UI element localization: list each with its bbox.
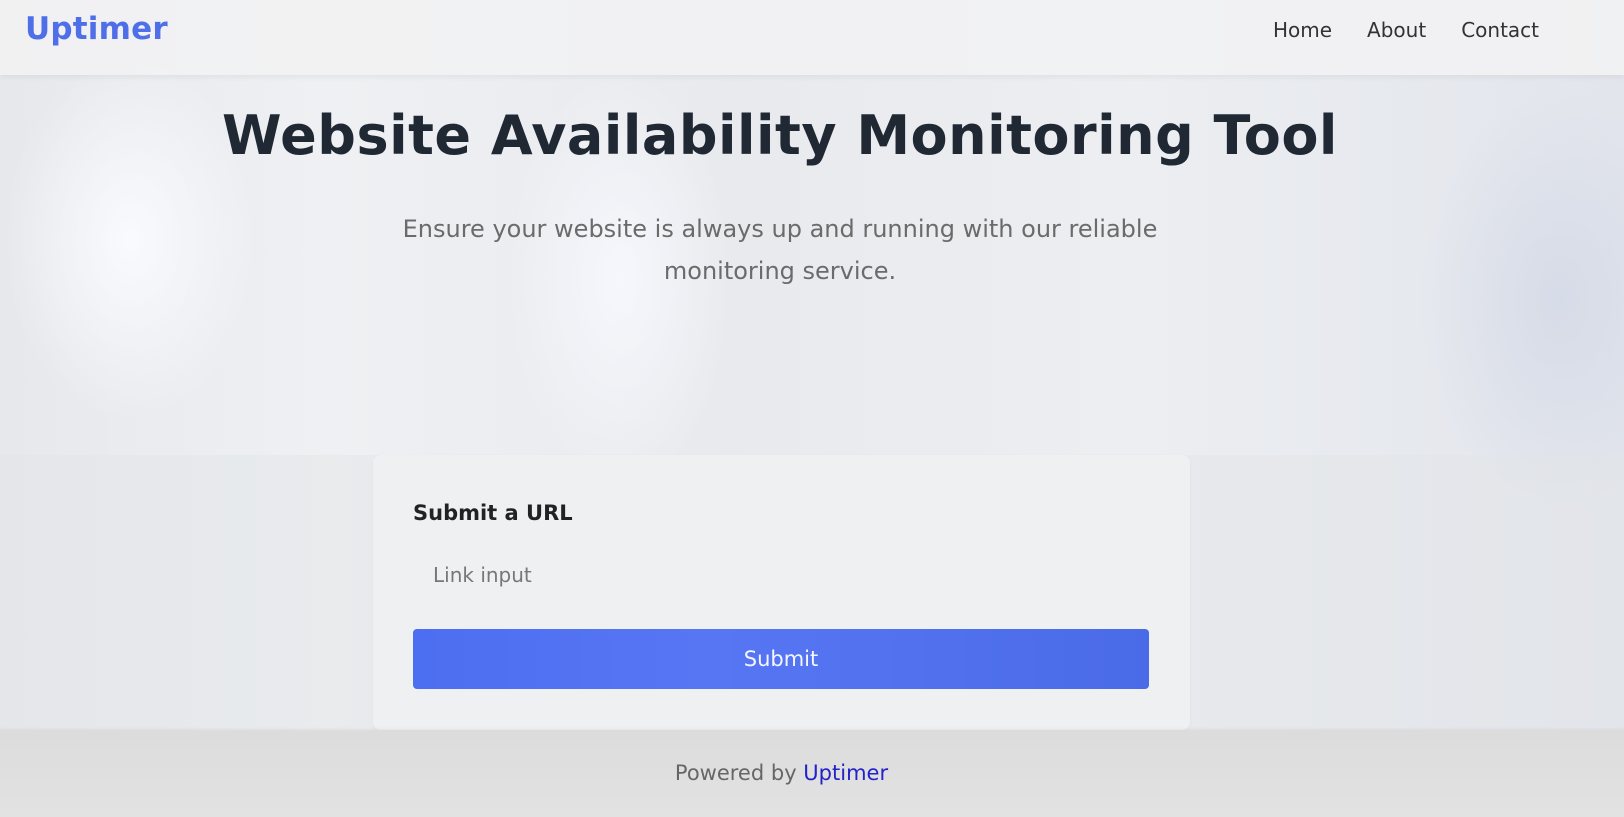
site-footer: Powered by Uptimer [0,730,1624,817]
url-input[interactable] [413,553,1148,597]
page-title: Website Availability Monitoring Tool [222,104,1338,167]
page-subtitle: Ensure your website is always up and run… [402,215,1158,285]
logo[interactable]: Uptimer [25,11,168,47]
main-nav: Home About Contact [1273,17,1539,43]
footer-text: Powered by Uptimer [0,761,1563,785]
site-header: Uptimer Home About Contact [0,0,1624,75]
url-field-label: Submit a URL [413,501,573,525]
footer-uptimer-link[interactable]: Uptimer [803,761,888,785]
nav-home-link[interactable]: Home [1273,17,1332,43]
submit-button[interactable]: Submit [413,629,1149,689]
nav-contact-link[interactable]: Contact [1461,17,1539,43]
footer-prefix: Powered by [674,761,804,785]
nav-about-link[interactable]: About [1367,17,1426,43]
url-submit-card: Submit a URL Submit [373,455,1190,730]
